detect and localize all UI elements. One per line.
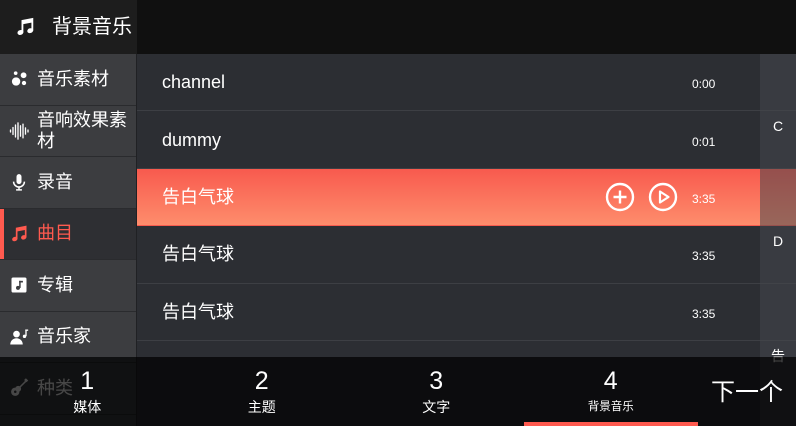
- track-row[interactable]: 告白气球 3:35: [137, 168, 796, 227]
- index-letter[interactable]: C: [760, 68, 796, 183]
- tab-number: 2: [254, 367, 269, 395]
- sidebar-item-label: 音乐素材: [37, 68, 109, 89]
- next-button[interactable]: 下一个: [698, 357, 796, 426]
- background-music-screen: 背景音乐 音乐素材 音响效果素材 录音 曲目 专辑 音乐家 channel 0:…: [0, 0, 796, 426]
- track-title: channel: [162, 72, 226, 93]
- sidebar-item-artists[interactable]: 音乐家: [0, 312, 136, 363]
- music-note-icon: [17, 17, 34, 35]
- track-title: 告白气球: [162, 301, 234, 322]
- sidebar-item-sound-effects[interactable]: 音响效果素材: [0, 106, 136, 157]
- sidebar-item-label: 专辑: [37, 274, 73, 295]
- tab-number: 4: [603, 367, 618, 395]
- play-circle-icon[interactable]: [648, 182, 678, 212]
- bottom-tab-bar: 1 媒体 2 主题 3 文字 4 背景音乐 下一个: [0, 357, 796, 426]
- top-bar: [137, 0, 796, 54]
- page-title: 背景音乐: [52, 16, 132, 38]
- track-duration: 3:35: [692, 249, 716, 264]
- tab-label: 文字: [422, 399, 451, 415]
- tab-text[interactable]: 3 文字: [349, 357, 524, 426]
- sidebar-item-label: 录音: [37, 171, 73, 192]
- track-duration: 0:00: [692, 77, 716, 92]
- waveform-icon: [9, 122, 29, 140]
- tab-background-music[interactable]: 4 背景音乐: [523, 357, 699, 426]
- sidebar-item-albums[interactable]: 专辑: [0, 260, 136, 312]
- tab-label: 背景音乐: [587, 401, 634, 413]
- bubbles-icon: [11, 71, 27, 86]
- add-circle-icon[interactable]: [605, 182, 635, 212]
- music-note-icon: [12, 225, 27, 241]
- sidebar-item-tracks[interactable]: 曲目: [0, 208, 136, 260]
- tab-media[interactable]: 1 媒体: [0, 357, 175, 426]
- header: 背景音乐: [0, 0, 137, 54]
- track-duration: 3:35: [692, 306, 716, 321]
- track-duration: 3:35: [692, 191, 716, 206]
- tab-number: 1: [80, 367, 95, 395]
- track-duration: 0:01: [692, 134, 716, 149]
- album-icon: [11, 277, 27, 293]
- tab-theme[interactable]: 2 主题: [175, 357, 350, 426]
- track-row[interactable]: 告白气球 3:35: [137, 226, 796, 284]
- track-row[interactable]: 告白气球 3:35: [137, 284, 796, 341]
- tab-label: 媒体: [73, 399, 102, 415]
- track-actions: [605, 182, 678, 212]
- sidebar-item-music-assets[interactable]: 音乐素材: [0, 54, 136, 106]
- sidebar-item-label: 音乐家: [37, 326, 91, 347]
- track-title: 告白气球: [162, 186, 234, 207]
- sidebar-item-label: 曲目: [37, 223, 73, 244]
- sidebar-item-label: 音响效果素材: [37, 109, 127, 151]
- tab-number: 3: [429, 367, 444, 395]
- artist-icon: [10, 329, 29, 345]
- track-row[interactable]: dummy 0:01: [137, 111, 796, 169]
- index-letter[interactable]: D: [760, 183, 796, 298]
- microphone-icon: [12, 174, 26, 191]
- track-title: 告白气球: [162, 244, 234, 265]
- track-title: dummy: [162, 129, 222, 150]
- track-row[interactable]: channel 0:00: [137, 54, 796, 112]
- tab-label: 主题: [247, 399, 276, 415]
- sidebar-item-recording[interactable]: 录音: [0, 157, 136, 209]
